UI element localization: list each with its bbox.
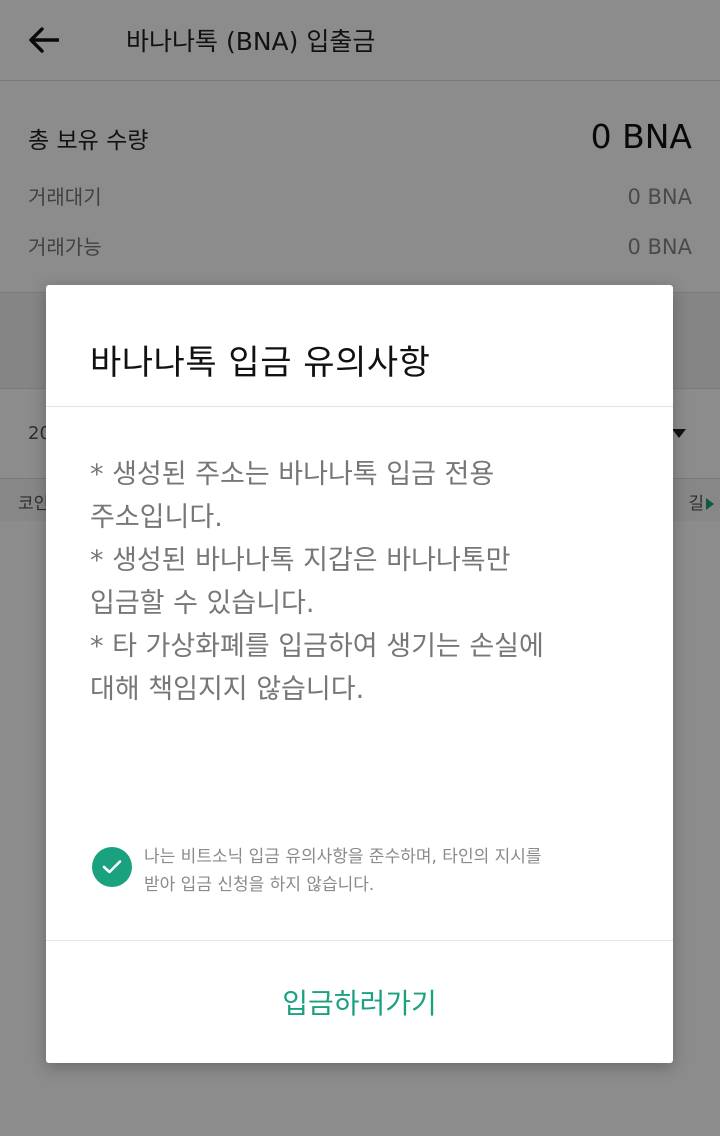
consent-checkbox[interactable]	[92, 847, 132, 887]
consent-checkbox-row[interactable]: 나는 비트소닉 입금 유의사항을 준수하며, 타인의 지시를 받아 입금 신청을…	[92, 843, 632, 899]
consent-label-line: 받아 입금 신청을 하지 않습니다.	[144, 875, 375, 895]
dialog-divider	[46, 406, 673, 407]
notice-line: 주소입니다.	[90, 502, 223, 533]
checkmark-icon	[102, 860, 122, 874]
deposit-notice-text: * 생성된 주소는 바나나톡 입금 전용 주소입니다. * 생성된 바나나톡 지…	[90, 453, 630, 711]
dialog-title: 바나나톡 입금 유의사항	[90, 343, 431, 383]
notice-line: 대해 책임지지 않습니다.	[90, 674, 365, 705]
notice-line: * 생성된 바나나톡 지갑은 바나나톡만	[90, 545, 511, 576]
notice-line: * 타 가상화폐를 입금하여 생기는 손실에	[90, 631, 544, 662]
go-to-deposit-button[interactable]: 입금하러가기	[46, 941, 673, 1063]
consent-label-line: 나는 비트소닉 입금 유의사항을 준수하며, 타인의 지시를	[144, 847, 542, 867]
notice-line: 입금할 수 있습니다.	[90, 588, 315, 619]
deposit-notice-dialog: 바나나톡 입금 유의사항 * 생성된 주소는 바나나톡 입금 전용 주소입니다.…	[46, 285, 673, 1063]
consent-label: 나는 비트소닉 입금 유의사항을 준수하며, 타인의 지시를 받아 입금 신청을…	[144, 843, 634, 899]
notice-line: * 생성된 주소는 바나나톡 입금 전용	[90, 459, 495, 490]
